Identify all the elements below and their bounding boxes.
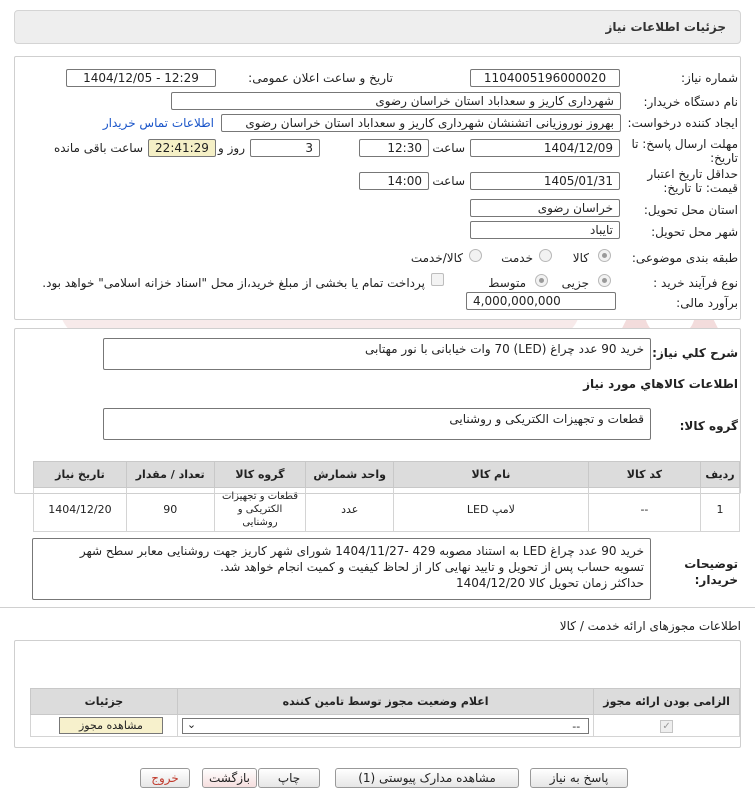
validity-label: حداقل تاریخ اعتبار [647,167,738,181]
table-row: 1 -- لامپ LED عدد قطعات و تجهیزات الکتری… [33,487,740,532]
budget-label: برآورد مالی: [676,296,738,310]
permits-section-title: اطلاعات مجوزهای ارائه خدمت / کالا [559,619,741,633]
col-date: تاریخ نیاز [33,461,127,488]
city-field: تایباد [470,221,620,239]
process-label: نوع فرآیند خرید : [653,276,738,290]
col-required: الزامی بودن ارائه مجوز [593,688,740,715]
need-number-field: 1104005196000020 [470,69,620,87]
deadline-label: مهلت ارسال پاسخ: تا [631,137,738,151]
process-medium-label: متوسط [488,276,526,290]
countdown-field: 22:41:29 [148,139,216,157]
cell-group: قطعات و تجهیزات الکتریکی و روشنایی [213,487,307,532]
announce-field: 1404/12/05 - 12:29 [66,69,216,87]
back-button[interactable]: بازگشت [202,768,257,788]
cell-details: مشاهده مجوز [30,714,178,737]
col-details: جزئیات [30,688,178,715]
province-label: استان محل تحویل: [643,203,738,217]
validity-time-field: 14:00 [359,172,429,190]
table-row: ✓ ⌄ -- مشاهده مجوز [30,714,740,737]
category-service-radio[interactable] [539,249,552,262]
category-goods-radio[interactable] [598,249,611,262]
exit-button[interactable]: خروج [140,768,190,788]
notes-label: توضیحات [684,557,738,571]
announce-label: تاریخ و ساعت اعلان عمومی: [248,71,393,85]
page-title: جزئیات اطلاعات نیاز [605,20,726,34]
col-name: نام کالا [393,461,589,488]
cell-qty: 90 [125,487,215,532]
cell-status: ⌄ -- [176,714,595,737]
creator-field: بهروز نوروزیانی اتشنشان شهرداری کاریز و … [221,114,621,132]
cell-index: 1 [700,487,740,532]
goods-group-textarea[interactable]: قطعات و تجهیزات الکتریکی و روشنایی [103,408,651,440]
payment-note: پرداخت تمام یا بخشی از مبلغ خرید،از محل … [42,276,425,290]
view-permit-button[interactable]: مشاهده مجوز [59,717,163,734]
goods-group-label: گروه کالا: [679,419,738,433]
goods-section-title: اطلاعات کالاهاي مورد نياز [583,377,738,391]
category-both-label: کالا/خدمت [410,251,463,265]
notes-label-2: خریدار: [694,573,738,587]
summary-label: شرح کلي نياز: [652,346,738,360]
category-service-label: خدمت [501,251,533,265]
validity-date-field: 1405/01/31 [470,172,620,190]
page-header: جزئیات اطلاعات نیاز [14,10,741,44]
treasury-payment-checkbox[interactable] [431,273,444,286]
respond-button[interactable]: پاسخ به نیاز [530,768,628,788]
buyer-field: شهرداری کاریز و سعداباد استان خراسان رضو… [171,92,621,110]
cell-required: ✓ [593,714,740,737]
deadline-time-field: 12:30 [359,139,429,157]
validity-time-label: ساعت [432,174,465,188]
divider [0,607,755,608]
notes-textarea[interactable]: خرید 90 عدد چراغ LED به استناد مصوبه 429… [32,538,651,600]
deadline-label-2: تاریخ: [710,151,738,165]
select-arrow-icon: ⌄ [186,717,197,731]
category-both-radio[interactable] [469,249,482,262]
remaining-label: ساعت باقی مانده [53,141,143,155]
col-qty: تعداد / مقدار [125,461,215,488]
process-minor-radio[interactable] [598,274,611,287]
days-field: 3 [250,139,320,157]
col-unit: واحد شمارش [305,461,395,488]
permit-status-select[interactable]: ⌄ -- [181,717,590,734]
process-minor-label: جزیی [561,276,589,290]
cell-name: لامپ LED [393,487,589,532]
notes-line-1: خرید 90 عدد چراغ LED به استناد مصوبه 429… [79,544,644,558]
buyer-label: نام دستگاه خریدار: [643,95,739,109]
deadline-time-label: ساعت [432,141,465,155]
city-label: شهر محل تحویل: [651,225,738,239]
select-value: -- [572,719,581,733]
col-group: گروه کالا [213,461,307,488]
cell-code: -- [587,487,702,532]
deadline-date-field: 1404/12/09 [470,139,620,157]
goods-table: رديف کد کالا نام کالا واحد شمارش گروه کا… [33,461,740,532]
days-label: روز و [218,141,245,155]
need-number-label: شماره نیاز: [681,71,738,85]
notes-line-2: تسویه حساب پس از تحویل و تایید نهایی کار… [220,560,644,574]
print-button[interactable]: چاپ [258,768,320,788]
category-label: طبقه بندی موضوعی: [631,251,738,265]
creator-label: ایجاد کننده درخواست: [627,116,738,130]
notes-line-3: حداکثر زمان تحویل کالا 1404/12/20 [455,576,644,590]
col-index: رديف [700,461,740,488]
province-field: خراسان رضوی [470,199,620,217]
permits-table: الزامی بودن ارائه مجوز اعلام وضعیت مجوز … [30,688,740,737]
required-checkbox[interactable]: ✓ [660,719,674,733]
attachments-button[interactable]: مشاهده مدارک پیوستی (1) [335,768,519,788]
cell-date: 1404/12/20 [33,487,127,532]
process-medium-radio[interactable] [535,274,548,287]
col-status: اعلام وضعیت مجوز توسط تامین کننده [176,688,595,715]
budget-field: 4,000,000,000 [466,292,616,310]
col-code: کد کالا [587,461,702,488]
summary-textarea[interactable]: خرید 90 عدد چراغ (LED) 70 وات خیابانی با… [103,338,651,370]
category-goods-label: کالا [572,251,589,265]
validity-label-2: قیمت: تا تاریخ: [663,181,738,195]
cell-unit: عدد [305,487,395,532]
buyer-contact-link[interactable]: اطلاعات تماس خریدار [103,116,214,130]
